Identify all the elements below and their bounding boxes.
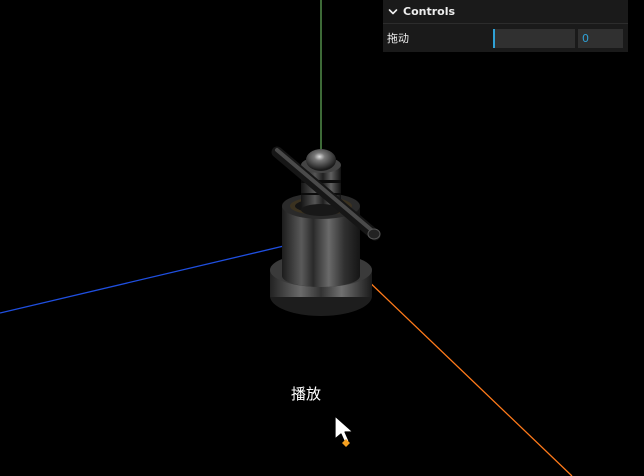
- controls-title: Controls: [403, 5, 456, 18]
- play-button[interactable]: 播放: [286, 382, 326, 406]
- drag-slider-fill: [493, 29, 495, 48]
- 3d-viewport[interactable]: Controls 拖动 播放: [0, 0, 644, 476]
- mouse-pointer-icon: [334, 415, 354, 447]
- controls-panel: Controls 拖动: [383, 0, 628, 52]
- drag-slider[interactable]: [493, 29, 575, 48]
- drag-value-input[interactable]: [578, 29, 623, 48]
- drag-label: 拖动: [387, 31, 409, 45]
- x-axis-line: [0, 244, 289, 314]
- jack-model[interactable]: [270, 146, 381, 316]
- drag-control-row: 拖动: [383, 24, 628, 51]
- chevron-down-icon: [388, 8, 398, 14]
- controls-header[interactable]: Controls: [383, 0, 628, 24]
- z-axis-line: [339, 253, 573, 476]
